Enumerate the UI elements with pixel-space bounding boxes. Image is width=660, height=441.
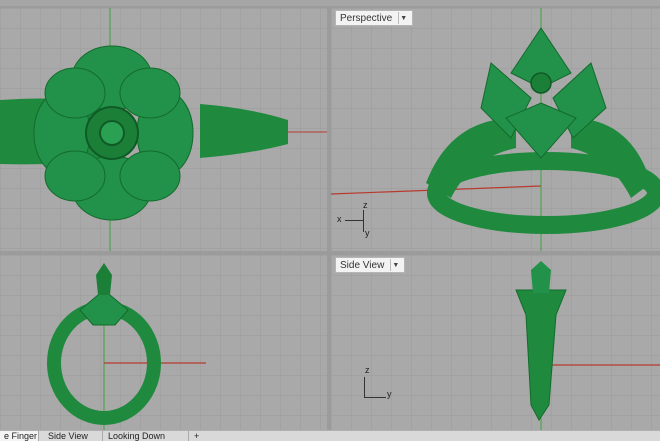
axis-z-label: z <box>365 365 370 375</box>
axis-widget: z x y <box>337 200 377 242</box>
axis-line <box>345 220 363 221</box>
axis-y-label: y <box>387 389 392 399</box>
axis-y-label: y <box>365 228 370 238</box>
viewport-perspective-canvas[interactable] <box>331 8 660 251</box>
axis-widget: z y <box>361 365 401 405</box>
viewport-tab-bar: e Finger Side View Looking Down + <box>0 430 660 441</box>
viewport-side[interactable]: Side View ▼ z y <box>331 255 660 430</box>
axis-line <box>363 210 364 232</box>
axis-line <box>364 377 365 397</box>
side-view-label[interactable]: Side View ▼ <box>335 257 406 273</box>
perspective-view-label[interactable]: Perspective ▼ <box>335 10 414 26</box>
viewport-label-text: Perspective <box>340 12 393 24</box>
viewport-top-canvas[interactable] <box>0 8 327 251</box>
axis-x-label: x <box>337 214 342 224</box>
axis-z-label: z <box>363 200 368 210</box>
chevron-down-icon[interactable]: ▼ <box>390 259 400 271</box>
viewport-front-canvas[interactable] <box>0 255 327 430</box>
viewport-perspective[interactable]: Perspective ▼ z x y <box>331 8 660 251</box>
chevron-down-icon[interactable]: ▼ <box>398 12 408 24</box>
viewport-front[interactable] <box>0 255 327 430</box>
viewport-label-text: Side View <box>340 259 385 271</box>
rhino-workspace: Perspective ▼ z x y Side View ▼ z y e Fi… <box>0 0 660 441</box>
axis-line <box>364 397 386 398</box>
top-strip <box>0 0 660 6</box>
viewport-top[interactable] <box>0 8 327 251</box>
